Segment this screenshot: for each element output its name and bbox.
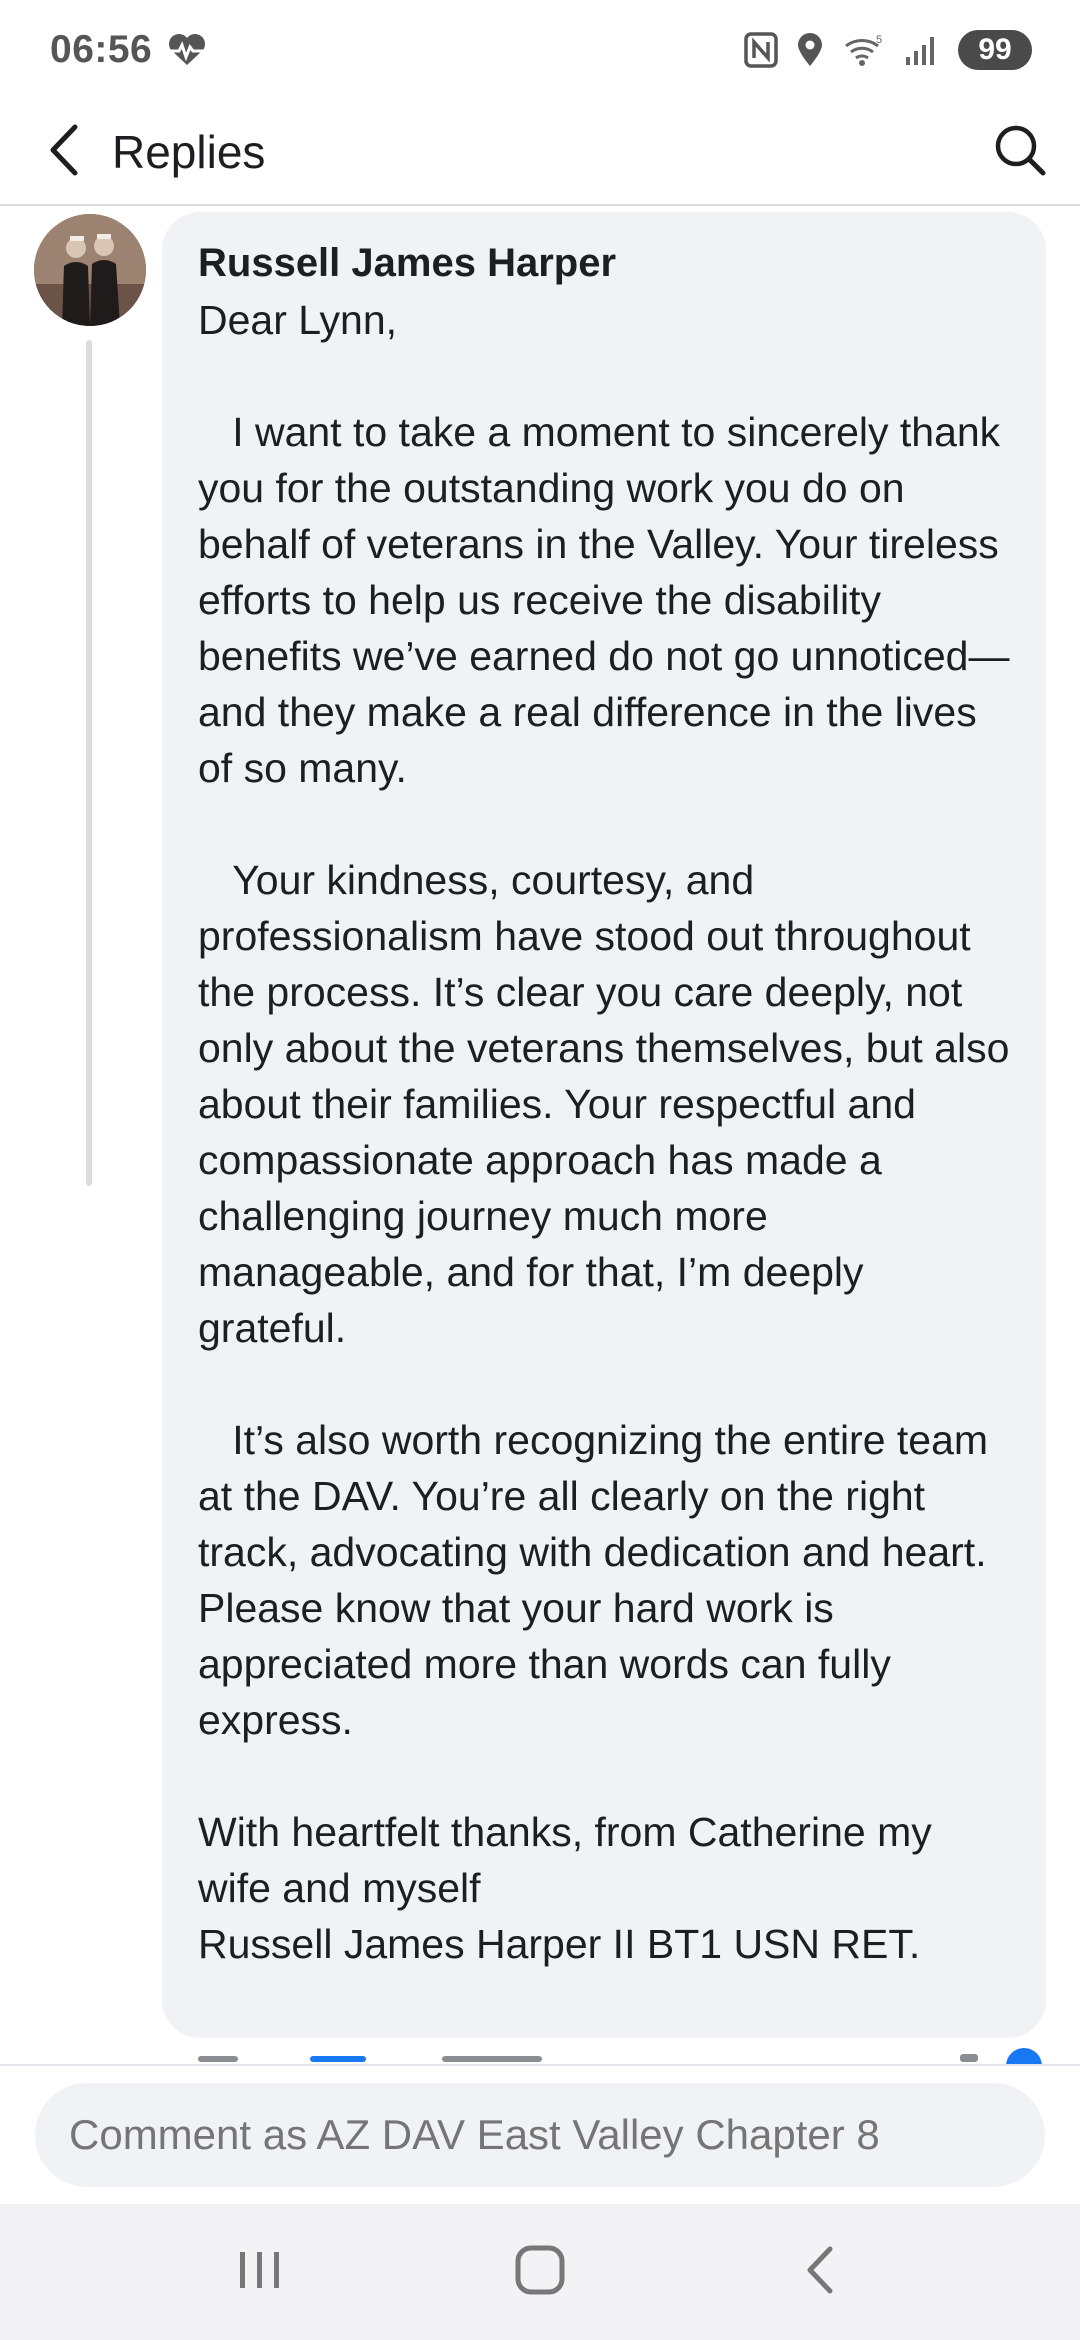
recent-apps-icon <box>236 2248 284 2297</box>
search-button[interactable] <box>960 99 1080 205</box>
back-button[interactable] <box>0 99 110 205</box>
battery-indicator: 99 <box>958 30 1032 70</box>
wifi-icon: 5 <box>842 32 886 68</box>
page-title: Replies <box>112 126 266 178</box>
comment-bubble[interactable]: Russell James Harper Dear Lynn, I want t… <box>162 212 1046 2038</box>
replies-thread[interactable]: Russell James Harper Dear Lynn, I want t… <box>0 206 1080 2064</box>
app-header: Replies <box>0 100 1080 206</box>
signal-icon <box>904 33 940 67</box>
status-bar: 06:56 5 99 <box>0 0 1080 100</box>
network-label: 5 <box>876 34 882 46</box>
comment-input[interactable] <box>35 2083 1045 2187</box>
comment-actions-row-clipped <box>198 2046 1058 2084</box>
location-icon <box>796 32 824 68</box>
status-time: 06:56 <box>50 28 153 71</box>
system-nav-bar <box>0 2204 1080 2340</box>
home-button[interactable] <box>480 2222 600 2322</box>
nav-back-icon <box>804 2245 836 2300</box>
recent-apps-button[interactable] <box>200 2222 320 2322</box>
replies-screen: 06:56 5 99 Replies Russell James Harper … <box>0 0 1080 2340</box>
avatar[interactable] <box>34 214 146 326</box>
nfc-icon <box>744 32 778 68</box>
heart-pulse-icon <box>166 32 208 68</box>
nav-back-button[interactable] <box>760 2222 880 2322</box>
comment-composer <box>0 2064 1080 2204</box>
thread-line <box>86 340 92 1186</box>
search-icon <box>992 122 1048 183</box>
back-arrow-icon <box>47 123 83 182</box>
comment-author[interactable]: Russell James Harper <box>198 236 1016 290</box>
comment-text: Dear Lynn, I want to take a moment to si… <box>198 297 1010 1967</box>
home-icon <box>514 2244 566 2301</box>
